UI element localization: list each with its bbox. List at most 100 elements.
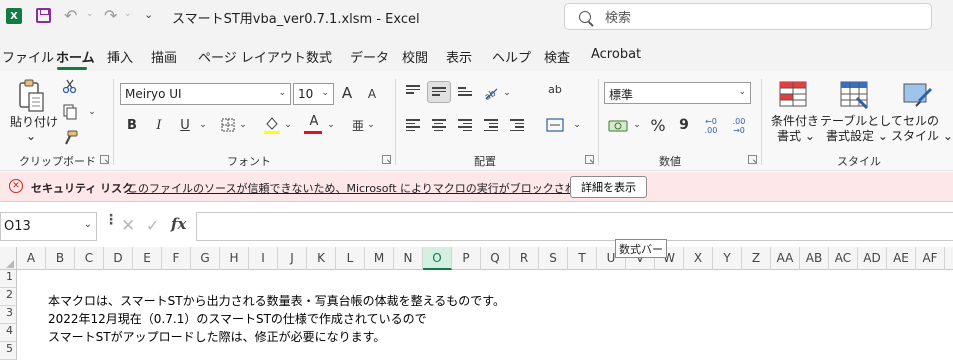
- column-header-h[interactable]: H: [220, 247, 249, 270]
- insert-function-icon[interactable]: fx: [171, 215, 186, 233]
- chevron-down-icon[interactable]: ⌄: [84, 219, 92, 230]
- phonetic-dropdown-icon[interactable]: ⌄: [366, 117, 376, 133]
- column-header-d[interactable]: D: [104, 247, 133, 270]
- paste-button-label[interactable]: 貼り付け: [10, 113, 58, 130]
- tab-help[interactable]: ヘルプ: [492, 47, 531, 66]
- column-header-aa[interactable]: AA: [771, 247, 800, 270]
- column-header-g[interactable]: G: [191, 247, 220, 270]
- clipboard-launcher-icon[interactable]: [100, 155, 109, 164]
- conditional-formatting-icon[interactable]: [778, 80, 808, 110]
- undo-dropdown-icon[interactable]: ⌄: [86, 9, 94, 19]
- tab-data[interactable]: データ: [350, 47, 389, 66]
- merge-center-icon[interactable]: [546, 117, 564, 133]
- column-header-p[interactable]: P: [452, 247, 481, 270]
- column-header-l[interactable]: L: [336, 247, 365, 270]
- borders-dropdown-icon[interactable]: ⌄: [238, 117, 248, 133]
- font-size-select[interactable]: 10 ⌄: [293, 83, 334, 105]
- name-box[interactable]: O13 ⌄: [0, 212, 97, 241]
- paste-icon[interactable]: [12, 79, 50, 115]
- cell-text-line-1[interactable]: 本マクロは、スマートSTから出力される数量表・写真台帳の体裁を整えるものです。: [48, 292, 505, 309]
- font-launcher-icon[interactable]: [382, 155, 391, 164]
- align-center-icon[interactable]: [432, 119, 446, 131]
- percent-style-icon[interactable]: %: [650, 115, 666, 135]
- column-header-af[interactable]: AF: [916, 247, 945, 270]
- increase-decimal-icon[interactable]: ←0 .00: [700, 115, 722, 137]
- borders-icon[interactable]: [220, 117, 236, 133]
- fill-color-dropdown-icon[interactable]: ⌄: [283, 117, 293, 133]
- column-header-ad[interactable]: AD: [858, 247, 887, 270]
- tab-acrobat[interactable]: Acrobat: [591, 47, 641, 62]
- column-header-s[interactable]: S: [539, 247, 568, 270]
- decrease-font-size-icon[interactable]: A: [365, 85, 379, 103]
- number-format-select[interactable]: 標準 ⌄: [604, 82, 751, 104]
- column-header-q[interactable]: Q: [481, 247, 510, 270]
- paste-dropdown-icon[interactable]: ⌄: [26, 129, 36, 143]
- cancel-icon[interactable]: ✕: [121, 216, 135, 236]
- row-header-2[interactable]: 2: [0, 288, 17, 306]
- save-icon[interactable]: [36, 8, 51, 23]
- comma-style-icon[interactable]: 9: [678, 115, 690, 135]
- column-header-k[interactable]: K: [307, 247, 336, 270]
- worksheet-grid[interactable]: 本マクロは、スマートSTから出力される数量表・写真台帳の体裁を整えるものです。 …: [18, 270, 953, 360]
- conditional-formatting-label-2[interactable]: 書式 ⌄: [777, 127, 815, 144]
- format-painter-icon[interactable]: [60, 129, 80, 147]
- column-header-n[interactable]: N: [394, 247, 423, 270]
- copy-dropdown-icon[interactable]: ⌄: [86, 105, 98, 119]
- copy-icon[interactable]: [60, 103, 80, 121]
- tab-insert[interactable]: 挿入: [107, 47, 133, 66]
- column-header-c[interactable]: C: [75, 247, 104, 270]
- alignment-launcher-icon[interactable]: [585, 155, 594, 164]
- fill-color-icon[interactable]: [263, 115, 281, 135]
- formula-input[interactable]: [196, 212, 953, 241]
- select-all-button[interactable]: [0, 247, 17, 270]
- redo-icon[interactable]: ↷: [104, 6, 117, 25]
- column-header-f[interactable]: F: [162, 247, 191, 270]
- align-bottom-icon[interactable]: [458, 87, 472, 99]
- column-header-x[interactable]: X: [684, 247, 713, 270]
- phonetic-guide-icon[interactable]: 亜: [350, 116, 366, 134]
- undo-icon[interactable]: ↶: [64, 6, 77, 25]
- tab-draw[interactable]: 描画: [151, 47, 177, 66]
- tab-inspect[interactable]: 検査: [544, 47, 570, 66]
- font-color-icon[interactable]: A: [306, 113, 322, 129]
- security-message-link[interactable]: このファイルのソースが信頼できないため、Microsoft によりマクロの実行が…: [127, 180, 620, 196]
- row-header-5[interactable]: 5: [0, 342, 17, 360]
- enter-check-icon[interactable]: ✓: [146, 216, 159, 235]
- underline-dropdown-icon[interactable]: ⌄: [198, 117, 208, 133]
- column-header-i[interactable]: I: [249, 247, 278, 270]
- increase-indent-icon[interactable]: [510, 119, 524, 131]
- column-header-b[interactable]: B: [46, 247, 75, 270]
- column-header-ae[interactable]: AE: [887, 247, 916, 270]
- column-header-z[interactable]: Z: [742, 247, 771, 270]
- show-details-button[interactable]: 詳細を表示: [570, 176, 647, 198]
- decrease-decimal-icon[interactable]: .00 →0: [728, 115, 750, 137]
- font-name-select[interactable]: Meiryo UI ⌄: [120, 83, 291, 105]
- merge-dropdown-icon[interactable]: ⌄: [572, 117, 582, 133]
- row-header-4[interactable]: 4: [0, 324, 17, 342]
- cell-text-line-2[interactable]: 2022年12月現在（0.7.1）のスマートSTの仕様で作成されているので: [48, 310, 427, 327]
- font-color-dropdown-icon[interactable]: ⌄: [326, 117, 336, 133]
- align-right-icon[interactable]: [458, 119, 472, 131]
- cell-styles-icon[interactable]: [902, 80, 932, 110]
- tab-formulas[interactable]: 数式: [306, 47, 332, 66]
- tab-view[interactable]: 表示: [446, 47, 472, 66]
- column-header-e[interactable]: E: [133, 247, 162, 270]
- tab-review[interactable]: 校閲: [402, 47, 428, 66]
- bold-icon[interactable]: B: [125, 116, 139, 134]
- column-header-t[interactable]: T: [568, 247, 597, 270]
- decrease-indent-icon[interactable]: [484, 119, 498, 131]
- cell-styles-label-2[interactable]: スタイル ⌄: [891, 127, 953, 144]
- search-box[interactable]: 検索: [564, 3, 932, 30]
- orientation-icon[interactable]: ab: [482, 83, 500, 101]
- accounting-format-icon[interactable]: [608, 117, 628, 135]
- row-header-1[interactable]: 1: [0, 270, 17, 288]
- tab-file[interactable]: ファイル: [2, 47, 54, 66]
- underline-icon[interactable]: U: [178, 116, 192, 134]
- format-as-table-icon[interactable]: [839, 80, 869, 110]
- column-header-r[interactable]: R: [510, 247, 539, 270]
- column-header-ac[interactable]: AC: [829, 247, 858, 270]
- column-header-a[interactable]: A: [17, 247, 46, 270]
- align-left-icon[interactable]: [406, 119, 420, 131]
- cut-icon[interactable]: [60, 77, 80, 95]
- column-header-j[interactable]: J: [278, 247, 307, 270]
